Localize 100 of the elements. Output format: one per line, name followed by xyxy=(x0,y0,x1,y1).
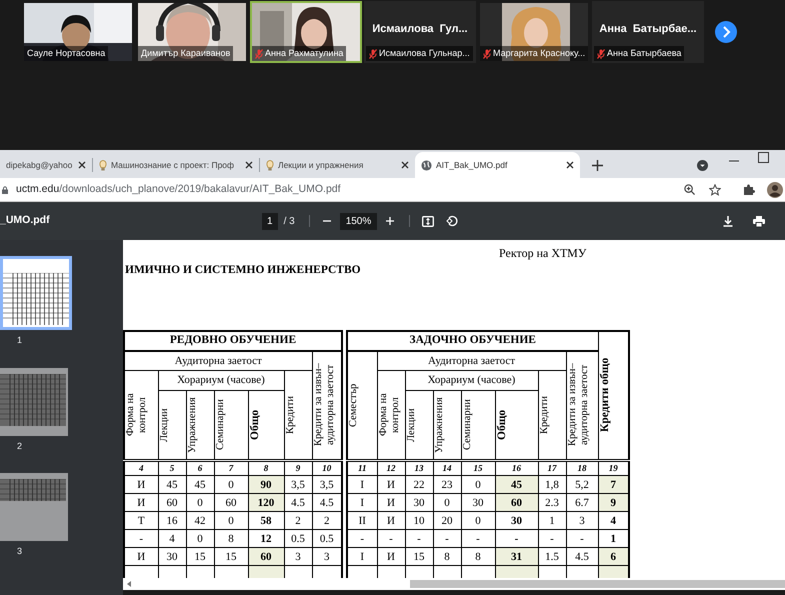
column-number: 17 xyxy=(538,460,566,476)
new-tab-icon[interactable] xyxy=(592,160,603,170)
table-cell: 60 xyxy=(511,496,522,508)
page-number: 1 xyxy=(17,334,22,347)
puzzle-icon[interactable] xyxy=(743,184,755,196)
participant-tile[interactable]: Маргарита Красноку... xyxy=(478,1,590,63)
table-cell: 60 xyxy=(226,496,236,508)
table-cell: 3 xyxy=(579,514,585,526)
table-cell: 15 xyxy=(414,550,424,562)
close-icon[interactable] xyxy=(78,161,86,169)
column-header: Семинарни xyxy=(462,398,474,452)
page-thumbnail[interactable] xyxy=(0,368,68,436)
scrollbar-thumb[interactable] xyxy=(410,580,785,588)
group-header: Аудиторна заетост xyxy=(377,351,566,370)
column-number: 6 xyxy=(186,460,214,476)
zoom-in-icon[interactable] xyxy=(385,216,396,226)
column-number: 15 xyxy=(461,460,495,476)
download-icon[interactable] xyxy=(723,216,733,226)
browser-tab[interactable]: AIT_Bak_UMO.pdf xyxy=(415,152,580,178)
table-cell: 3,5 xyxy=(320,478,334,490)
table-cell: - xyxy=(360,532,364,544)
table-cell: 15 xyxy=(194,550,206,562)
participant-tile[interactable]: Сауле Нортасовна xyxy=(22,1,134,63)
close-icon[interactable] xyxy=(566,161,574,169)
participant-name: Сауле Нортасовна xyxy=(27,46,106,60)
table-cell: 5,2 xyxy=(575,478,589,490)
table-cell: 15 xyxy=(226,550,236,562)
table-cell: И xyxy=(387,550,395,562)
table-cell: 6 xyxy=(610,550,616,562)
participant-name: Анна Батырбаева xyxy=(607,46,682,60)
table-cell: 6.7 xyxy=(575,496,589,508)
column-number: 11 xyxy=(347,460,377,476)
scroll-left-icon[interactable] xyxy=(127,581,132,587)
table-cell: 3,5 xyxy=(291,478,305,490)
table-cell: 8 xyxy=(444,550,450,562)
group-header: Хорариум (часове) xyxy=(405,370,538,390)
browser-tab[interactable]: Лекции и упражнения xyxy=(260,152,415,178)
table-cell: 8 xyxy=(475,550,481,562)
table-cell: - xyxy=(389,532,393,544)
participant-display-name: Исмаилова Гул... xyxy=(372,22,468,37)
table-cell: I xyxy=(360,478,364,490)
table-cell: 12 xyxy=(260,532,272,544)
table-cell: 23 xyxy=(442,478,452,490)
column-header: Общо xyxy=(248,408,260,442)
page-number-field[interactable]: 1 xyxy=(262,212,278,230)
table-cell: 4 xyxy=(610,514,616,526)
table-cell: 2.3 xyxy=(545,496,559,508)
table-cell: 30 xyxy=(166,550,178,562)
table-cell: И xyxy=(387,514,395,526)
table-cell: 58 xyxy=(260,514,272,526)
table-cell: 1,8 xyxy=(545,478,559,490)
close-icon[interactable] xyxy=(245,161,253,169)
rotate-icon[interactable] xyxy=(446,215,458,227)
table-cell: 2 xyxy=(324,514,330,526)
column-header: Форма на контрол xyxy=(378,392,402,438)
table-cell: II xyxy=(358,514,366,526)
column-number: 9 xyxy=(284,460,312,476)
bulb-icon xyxy=(99,160,107,170)
column-header: Лекции xyxy=(406,406,418,444)
page-thumbnail[interactable] xyxy=(0,256,72,330)
participant-name: Исмаилова Гульнар... xyxy=(379,46,470,60)
column-number: 5 xyxy=(158,460,186,476)
browser-tab[interactable]: dipekabg@yahoo xyxy=(0,152,92,178)
participant-tile[interactable]: Исмаилова Гул... Исмаилова Гульнар... xyxy=(364,1,476,63)
participant-display-name: Анна Батырбае... xyxy=(599,22,697,37)
tab-search-icon[interactable] xyxy=(697,160,708,170)
page-count: / 3 xyxy=(284,214,295,228)
table-cell: 2 xyxy=(295,514,301,526)
table-cell: I xyxy=(360,550,364,562)
browser-tab[interactable]: Машинознание с проект: Проф xyxy=(93,152,259,178)
close-icon[interactable] xyxy=(401,161,409,169)
table-cell: 0.5 xyxy=(291,532,305,544)
table-cell: 0 xyxy=(475,514,481,526)
print-icon[interactable] xyxy=(753,216,765,226)
maximize-icon[interactable] xyxy=(758,152,769,162)
fit-page-icon[interactable] xyxy=(422,216,434,226)
avatar-icon[interactable] xyxy=(767,182,783,198)
table-cell: 60 xyxy=(260,550,272,562)
participant-tile[interactable]: Димитър Караиванов xyxy=(136,1,248,63)
table-cell: - xyxy=(580,532,584,544)
page-thumbnail[interactable] xyxy=(0,473,68,541)
participant-name: Димитър Караиванов xyxy=(141,46,230,60)
zoom-icon[interactable] xyxy=(684,184,695,195)
lock-icon xyxy=(2,186,8,194)
column-header: Упражнения xyxy=(186,396,198,454)
participant-name: Маргарита Красноку... xyxy=(493,46,586,60)
table-cell: 90 xyxy=(260,478,272,490)
table-cell: 30 xyxy=(414,496,424,508)
bookmark-star-icon[interactable] xyxy=(709,184,721,196)
table-cell: И xyxy=(137,550,146,562)
page-number: 3 xyxy=(17,545,22,558)
participant-tile[interactable]: Анна Батырбае... Анна Батырбаева xyxy=(592,1,704,63)
table-cell: 7 xyxy=(610,478,616,490)
table-cell: 0 xyxy=(475,478,481,490)
table-cell: I xyxy=(360,496,364,508)
column-header: Форма на контрол xyxy=(125,392,149,438)
column-header: Семинарни xyxy=(214,398,226,452)
group-header: Хорариум (часове) xyxy=(158,370,284,390)
column-number: 12 xyxy=(377,460,405,476)
zoom-level-field[interactable]: 150% xyxy=(340,212,378,230)
